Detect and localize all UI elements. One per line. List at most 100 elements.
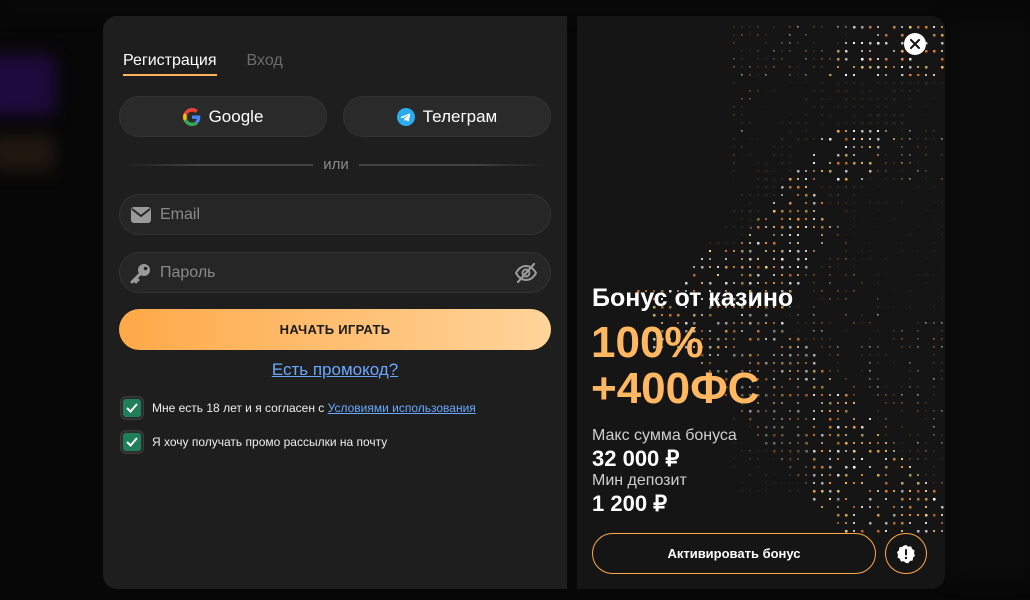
decorative-dot (893, 514, 896, 517)
decorative-dot (901, 514, 903, 516)
decorative-dot (813, 362, 816, 365)
decorative-dot (941, 522, 943, 524)
decorative-dot (789, 26, 791, 28)
decorative-dot (925, 178, 927, 180)
decorative-dot (813, 434, 815, 436)
decorative-dot (861, 442, 863, 444)
decorative-dot (885, 74, 887, 76)
decorative-dot (813, 42, 815, 44)
decorative-dot (829, 162, 831, 164)
decorative-dot (909, 346, 911, 348)
decorative-dot (909, 506, 912, 509)
decorative-dot (925, 514, 928, 517)
eye-off-icon[interactable] (514, 262, 538, 284)
decorative-dot (797, 74, 799, 76)
email-input[interactable] (160, 205, 550, 224)
decorative-dot (941, 442, 943, 444)
telegram-button[interactable]: Телеграм (343, 96, 551, 137)
decorative-dot (917, 162, 919, 164)
decorative-dot (909, 362, 911, 364)
tab-login[interactable]: Вход (247, 52, 283, 76)
decorative-dot (885, 402, 887, 404)
decorative-dot (829, 282, 831, 284)
start-playing-button[interactable]: НАЧАТЬ ИГРАТЬ (119, 309, 551, 350)
decorative-dot (877, 58, 879, 60)
decorative-dot (933, 450, 935, 452)
decorative-dot (933, 498, 936, 501)
decorative-dot (733, 162, 735, 164)
activate-bonus-button[interactable]: Активировать бонус (592, 533, 876, 574)
age-consent-row: Мне есть 18 лет и я согласен с Условиями… (121, 397, 476, 419)
decorative-dot (861, 162, 863, 164)
decorative-dot (773, 242, 776, 245)
decorative-dot (837, 346, 839, 348)
decorative-dot (821, 58, 823, 60)
decorative-dot (821, 474, 823, 476)
decorative-dot (861, 482, 863, 484)
decorative-dot (901, 386, 903, 388)
decorative-dot (829, 322, 831, 324)
decorative-dot (813, 450, 816, 453)
decorative-dot (885, 498, 887, 500)
decorative-dot (869, 42, 872, 45)
decorative-dot (893, 138, 895, 140)
decorative-dot (941, 154, 943, 156)
decorative-dot (925, 530, 928, 533)
decorative-dot (789, 186, 792, 189)
decorative-dot (821, 490, 824, 493)
promo-code-link[interactable]: Есть промокод? (272, 360, 398, 379)
decorative-dot (925, 130, 927, 132)
decorative-dot (813, 322, 815, 324)
decorative-dot (837, 154, 840, 157)
decorative-dot (909, 434, 911, 436)
decorative-dot (885, 418, 887, 420)
decorative-dot (837, 178, 840, 181)
decorative-dot (781, 218, 783, 220)
decorative-dot (925, 490, 927, 492)
google-button[interactable]: Google (119, 96, 327, 137)
decorative-dot (861, 354, 863, 356)
decorative-dot (749, 98, 751, 100)
decorative-dot (917, 442, 919, 444)
bonus-title: Бонус от казино (592, 284, 794, 312)
decorative-dot (837, 162, 840, 165)
decorative-dot (789, 34, 791, 36)
decorative-dot (933, 354, 935, 356)
decorative-dot (893, 26, 896, 29)
decorative-dot (837, 522, 839, 524)
decorative-dot (901, 146, 903, 148)
decorative-dot (733, 82, 735, 84)
decorative-dot (925, 506, 927, 508)
decorative-dot (805, 210, 808, 213)
decorative-dot (933, 530, 935, 532)
decorative-dot (757, 258, 759, 260)
decorative-dot (933, 514, 936, 517)
decorative-dot (853, 26, 856, 29)
tab-register[interactable]: Регистрация (123, 52, 217, 76)
decorative-dot (901, 458, 903, 460)
decorative-dot (877, 386, 879, 388)
decorative-dot (925, 322, 927, 324)
decorative-dot (877, 410, 879, 412)
decorative-dot (917, 482, 920, 485)
decorative-dot (853, 290, 855, 292)
decorative-dot (837, 362, 839, 364)
decorative-dot (861, 314, 863, 316)
decorative-dot (869, 522, 872, 525)
password-input[interactable] (160, 263, 550, 282)
decorative-dot (877, 378, 879, 380)
bonus-info-button[interactable] (885, 533, 927, 574)
age-consent-checkbox[interactable] (121, 397, 143, 419)
decorative-dot (781, 258, 784, 261)
close-button[interactable] (904, 33, 926, 55)
terms-link[interactable]: Условиями использования (328, 401, 476, 415)
decorative-dot (869, 50, 871, 52)
newsletter-checkbox[interactable] (121, 431, 143, 453)
decorative-dot (741, 26, 743, 28)
decorative-dot (837, 130, 840, 133)
decorative-dot (909, 26, 912, 29)
decorative-dot (813, 354, 816, 357)
decorative-dot (909, 378, 911, 380)
decorative-dot (885, 426, 887, 428)
decorative-dot (773, 66, 775, 68)
